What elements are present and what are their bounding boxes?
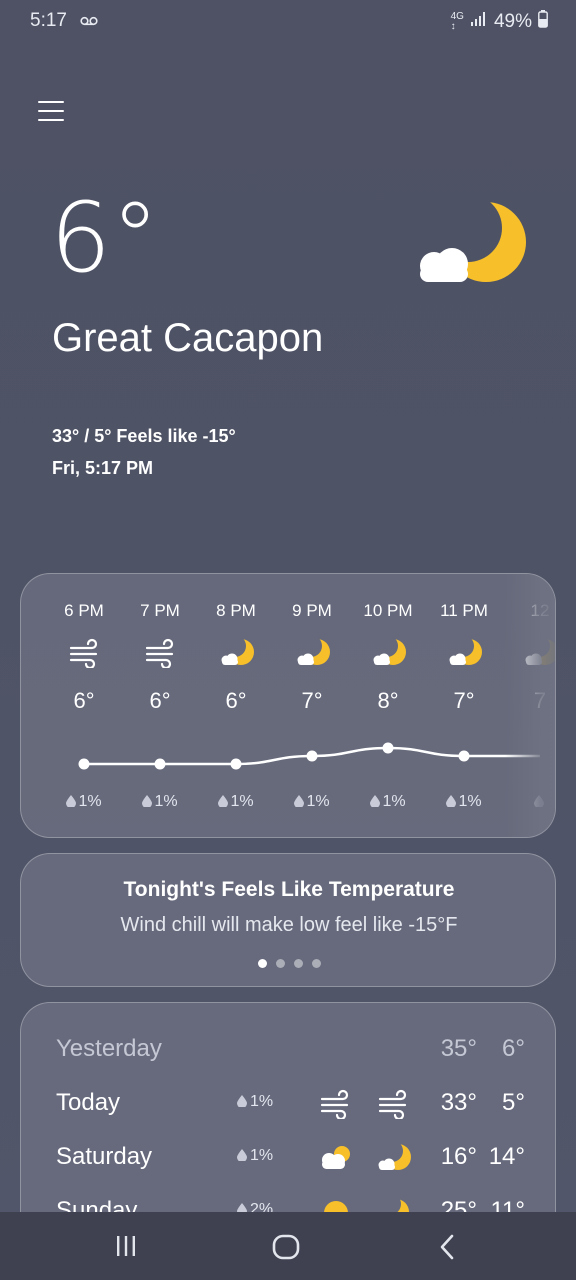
daily-high: 33° — [440, 1089, 477, 1116]
temperature-point — [306, 750, 318, 762]
daily-high: 35° — [440, 1035, 477, 1062]
daily-precipitation: 1% — [237, 1147, 273, 1165]
current-datetime: Fri, 5:17 PM — [52, 458, 154, 478]
home-button[interactable] — [272, 1234, 300, 1265]
temperature-point — [230, 758, 242, 770]
daily-row[interactable]: Today 1% 33° 5° — [21, 1081, 555, 1121]
moon-cloud-icon — [377, 1143, 411, 1171]
daily-day: Saturday — [56, 1143, 153, 1170]
temperature-point — [458, 750, 470, 762]
daily-row[interactable]: Yesterday 35° 6° — [21, 1027, 555, 1067]
daily-low: 14° — [488, 1143, 525, 1170]
voicemail-icon — [80, 11, 98, 33]
daily-high: 16° — [440, 1143, 477, 1170]
hi-lo-feels: 33° / 5° Feels like -15° — [52, 426, 236, 446]
page-indicator[interactable] — [21, 959, 557, 968]
feels-like-description: Wind chill will make low feel like -15°F — [120, 914, 458, 936]
recent-apps-button[interactable] — [114, 1234, 138, 1263]
data-icon: 4G ↕ — [450, 11, 464, 32]
status-time: 5:17 — [30, 10, 67, 31]
menu-button[interactable] — [38, 98, 64, 126]
temperature-trend-line — [78, 742, 541, 770]
hourly-forecast-card[interactable]: 6 PM 6° 1% 7 PM 6° 1% 8 PM 6° 1% 9 PM 7° 1% 10 PM 8° 1… — [20, 573, 556, 838]
feels-like-title: Tonight's Feels Like Temperature — [123, 878, 455, 901]
signal-icon — [470, 11, 488, 33]
daily-low: 6° — [502, 1035, 525, 1062]
page-dot[interactable] — [311, 959, 321, 968]
navigation-bar — [0, 1212, 576, 1280]
location-name[interactable]: Great Cacapon — [52, 316, 323, 361]
daily-low: 5° — [502, 1089, 525, 1116]
page-dot[interactable] — [257, 959, 267, 968]
feels-like-card[interactable]: Tonight's Feels Like Temperature Wind ch… — [20, 853, 556, 987]
temperature-point — [78, 758, 90, 770]
temperature-point — [382, 742, 394, 754]
scroll-fade — [505, 574, 555, 837]
battery-icon — [538, 10, 548, 34]
wind-icon — [377, 1089, 411, 1121]
back-button[interactable] — [438, 1234, 456, 1265]
daily-precip-value: 1% — [250, 1093, 274, 1110]
moon-cloud-icon — [416, 200, 528, 290]
sun-cloud-icon — [319, 1143, 353, 1171]
wind-icon — [319, 1089, 353, 1121]
page-dot[interactable] — [275, 959, 285, 968]
current-temperature: 6° — [50, 182, 160, 294]
daily-day: Yesterday — [56, 1035, 162, 1062]
battery-percent: 49% — [493, 11, 532, 32]
temperature-point — [154, 758, 166, 770]
daily-precip-value: 1% — [250, 1147, 274, 1164]
status-bar: 5:17 4G ↕ 49% — [0, 0, 576, 44]
daily-row[interactable]: Saturday 1% 16° 14° — [21, 1135, 555, 1175]
page-dot[interactable] — [293, 959, 303, 968]
daily-precipitation: 1% — [237, 1093, 273, 1111]
daily-day: Today — [56, 1089, 121, 1116]
